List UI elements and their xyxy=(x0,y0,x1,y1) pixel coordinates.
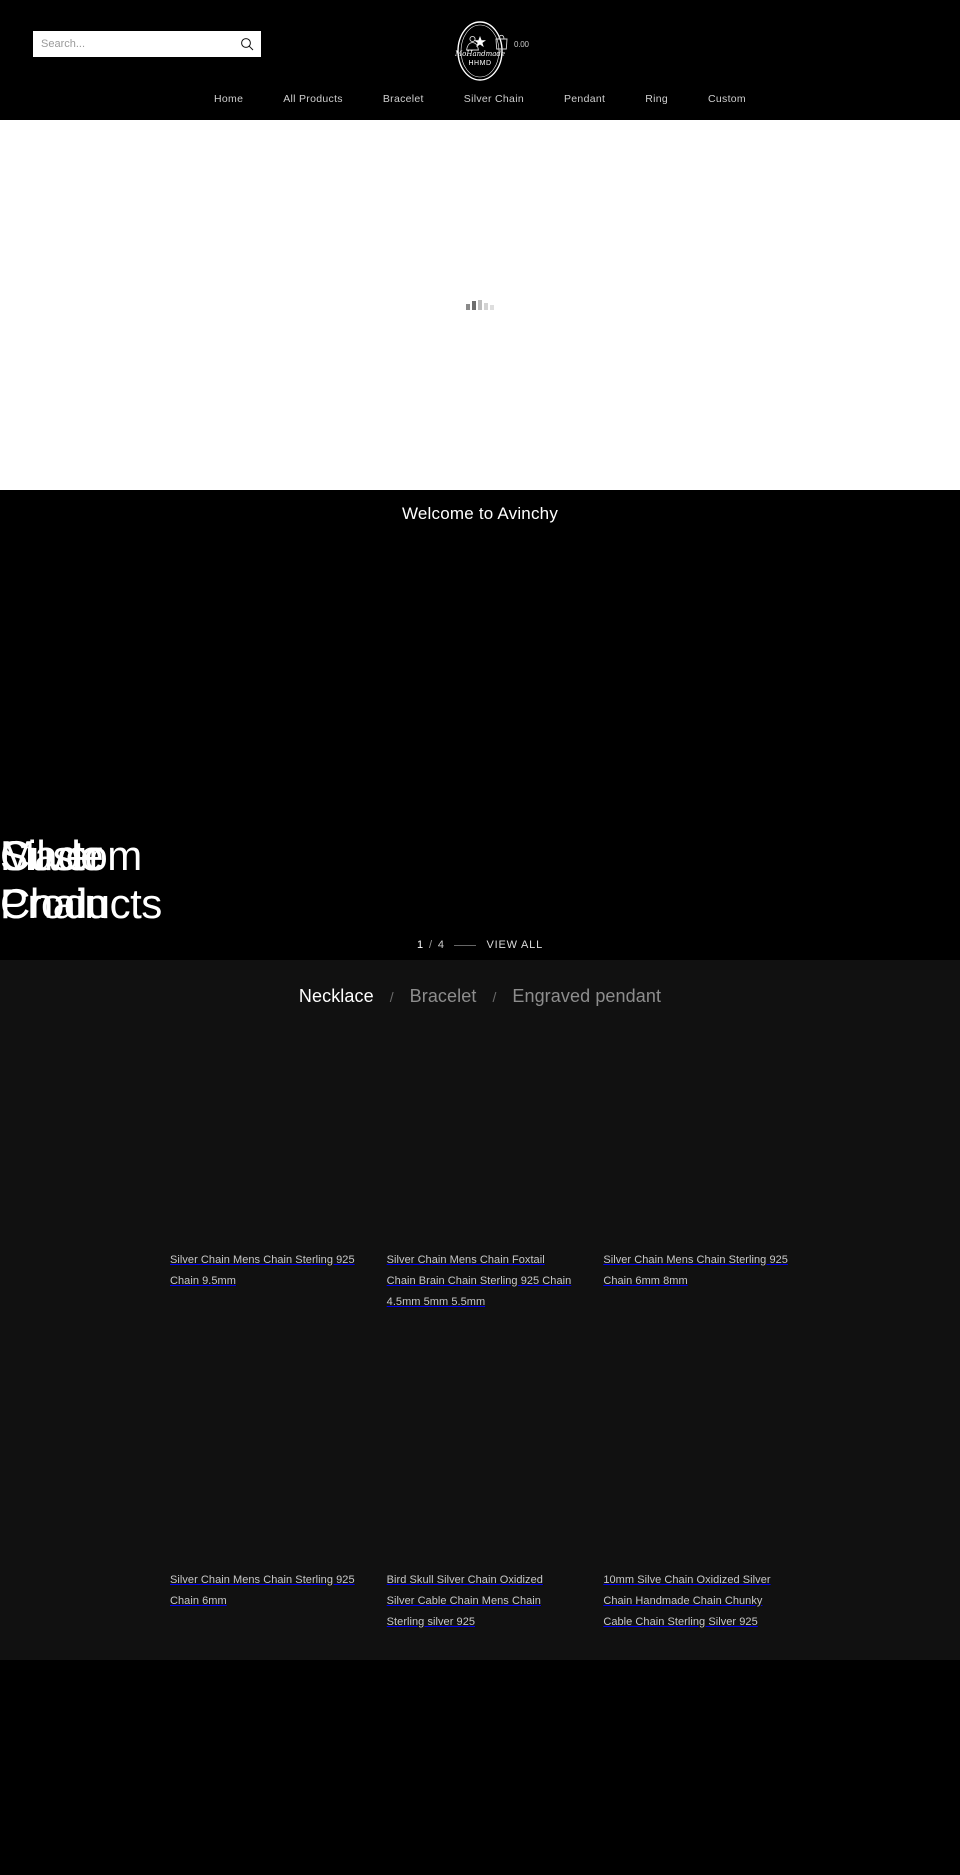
product-card[interactable]: Silver Chain Mens Chain Sterling 925 Cha… xyxy=(603,1031,790,1313)
product-title: Bird Skull Silver Chain Oxidized Silver … xyxy=(386,1574,543,1628)
product-card[interactable]: Bird Skull Silver Chain Oxidized Silver … xyxy=(386,1351,574,1633)
slide-total: 4 xyxy=(437,939,445,951)
nav-item-all-products[interactable]: All Products xyxy=(263,93,363,105)
slide-counter: 1 / 4 xyxy=(417,939,444,951)
product-grid: Silver Chain Mens Chain Sterling 925 Cha… xyxy=(170,1031,790,1633)
grid-row-spacer xyxy=(387,1313,574,1351)
slide-title-stack: Silver Chain Custom Products Made xyxy=(0,832,420,942)
product-title: 10mm Silve Chain Oxidized Silver Chain H… xyxy=(603,1574,771,1628)
product-image xyxy=(170,1035,357,1250)
slide-current: 1 xyxy=(416,939,424,951)
product-image xyxy=(386,1035,574,1250)
view-all-link[interactable]: VIEW ALL xyxy=(486,939,543,951)
category-tab-bracelet[interactable]: Bracelet xyxy=(396,986,491,1007)
welcome-heading: Welcome to Avinchy xyxy=(401,504,559,523)
product-card[interactable]: Silver Chain Mens Chain Sterling 925 Cha… xyxy=(170,1351,357,1633)
category-tab-engraved-pendant[interactable]: Engraved pendant xyxy=(498,986,675,1007)
account-button[interactable] xyxy=(465,35,480,54)
nav-item-home[interactable]: Home xyxy=(194,93,263,105)
product-image xyxy=(603,1035,790,1250)
nav-item-pendant[interactable]: Pendant xyxy=(544,93,625,105)
hero-slider[interactable]: Silver Chain Custom Products Made 1 / 4 … xyxy=(0,536,960,960)
product-section: Necklace / Bracelet / Engraved pendant S… xyxy=(0,960,960,1660)
product-card[interactable]: Silver Chain Mens Chain Sterling 925 Cha… xyxy=(170,1031,357,1313)
product-card[interactable]: 10mm Silve Chain Oxidized Silver Chain H… xyxy=(603,1351,790,1633)
cart-total: 0.00 xyxy=(514,40,529,49)
category-separator-1: / xyxy=(389,988,394,1005)
slider-controls: 1 / 4 VIEW ALL xyxy=(0,930,960,960)
category-separator-2: / xyxy=(492,988,497,1005)
search-box[interactable] xyxy=(33,31,261,57)
shopping-bag-icon xyxy=(494,34,509,55)
search-icon xyxy=(240,37,254,51)
nav-item-silver-chain[interactable]: Silver Chain xyxy=(444,93,544,105)
grid-row-spacer xyxy=(603,1313,790,1351)
nav-item-bracelet[interactable]: Bracelet xyxy=(363,93,444,105)
header-actions: 0.00 xyxy=(465,34,529,55)
slider-progress-track[interactable] xyxy=(454,944,477,946)
nav-item-ring[interactable]: Ring xyxy=(625,93,688,105)
product-title: Silver Chain Mens Chain Sterling 925 Cha… xyxy=(603,1254,788,1287)
category-tab-necklace[interactable]: Necklace xyxy=(285,986,388,1007)
product-title: Silver Chain Mens Chain Sterling 925 Cha… xyxy=(170,1254,355,1287)
account-person-icon xyxy=(465,35,480,54)
svg-text:HHMD: HHMD xyxy=(469,60,492,67)
loading-bars-icon xyxy=(466,300,494,310)
search-input[interactable] xyxy=(33,38,233,50)
slide-separator: / xyxy=(428,939,433,951)
product-image xyxy=(170,1355,357,1570)
slide-title-3: Made xyxy=(0,832,104,879)
product-title: Silver Chain Mens Chain Foxtail Chain Br… xyxy=(386,1254,572,1308)
cart-button[interactable]: 0.00 xyxy=(494,34,529,55)
product-image xyxy=(386,1355,574,1570)
product-image xyxy=(603,1355,790,1570)
welcome-banner: Welcome to Avinchy xyxy=(0,490,960,536)
site-header: MoHandmade HHMD 0.00 xyxy=(0,0,960,81)
category-tabs: Necklace / Bracelet / Engraved pendant xyxy=(0,986,960,1031)
search-submit-button[interactable] xyxy=(233,31,261,57)
grid-row-spacer xyxy=(170,1313,357,1351)
hero-loading-area xyxy=(0,120,960,490)
product-title: Silver Chain Mens Chain Sterling 925 Cha… xyxy=(170,1574,355,1607)
product-card[interactable]: Silver Chain Mens Chain Foxtail Chain Br… xyxy=(386,1031,574,1313)
nav-item-custom[interactable]: Custom xyxy=(688,93,766,105)
